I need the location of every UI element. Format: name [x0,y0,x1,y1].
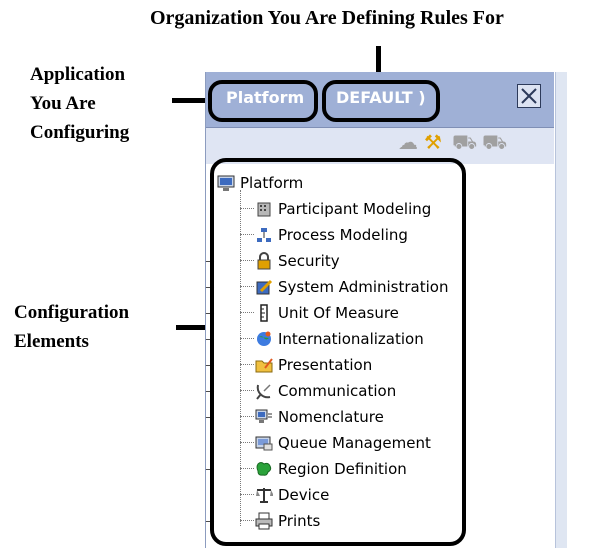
application-connector [172,98,208,103]
truck-icon[interactable]: ⛟ [452,132,477,154]
elements-highlight-box [210,158,466,546]
application-highlight-box [208,80,318,122]
close-icon[interactable] [517,84,541,108]
gavel-icon[interactable]: ⚒ [424,132,442,154]
cloud-icon[interactable]: ☁ [398,132,418,154]
truck-alt-icon[interactable]: ⛟ [482,132,507,154]
application-annotation-line3: Configuring [30,122,130,143]
organization-annotation: Organization You Are Defining Rules For [150,7,504,29]
config-annotation-line2: Elements [14,331,89,352]
application-annotation-line2: You Are [30,93,96,114]
scrollbar[interactable] [555,72,567,548]
config-annotation-line1: Configuration [14,302,130,323]
organization-highlight-box [322,80,440,122]
application-annotation-line1: Application [30,64,126,85]
